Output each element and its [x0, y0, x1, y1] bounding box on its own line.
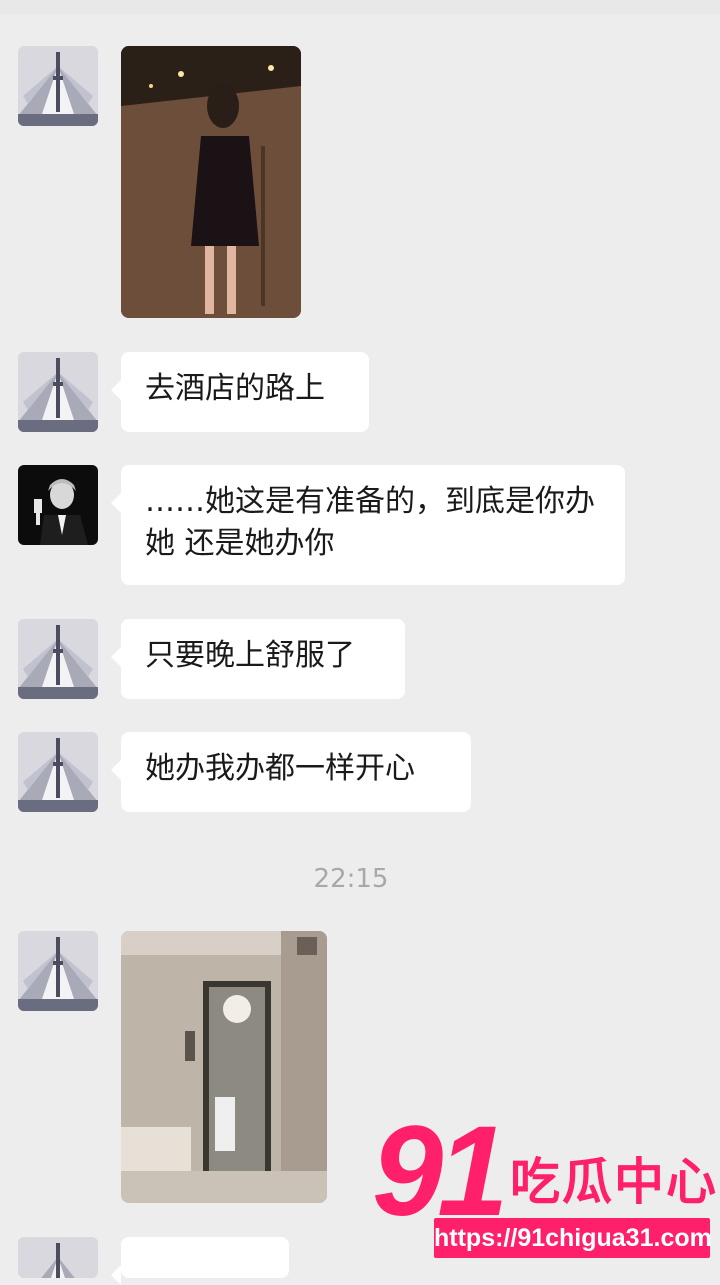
tv-tower-avatar-icon	[18, 732, 98, 812]
contact-avatar[interactable]	[18, 352, 98, 432]
hotel-bathroom-photo	[121, 931, 327, 1203]
tv-tower-avatar-icon	[18, 619, 98, 699]
message-bubble[interactable]: 去酒店的路上	[111, 352, 369, 432]
message-text: 她办我办都一样开心	[145, 751, 415, 786]
message-timestamp: 22:15	[313, 864, 389, 894]
man-raising-glass-avatar-icon	[18, 465, 98, 545]
site-watermark: 91 吃瓜中心 https://91chigua31.com	[372, 1108, 716, 1268]
image-message[interactable]	[121, 46, 301, 318]
watermark-number: 91	[372, 1100, 508, 1243]
contact-avatar[interactable]	[18, 465, 98, 545]
watermark-name: 吃瓜中心	[510, 1153, 718, 1211]
tv-tower-avatar-icon	[18, 1237, 98, 1278]
night-street-photo	[121, 46, 301, 318]
message-bubble[interactable]: 她办我办都一样开心	[111, 732, 471, 812]
contact-avatar[interactable]	[18, 46, 98, 126]
chat-message-list[interactable]: 去酒店的路上 ……她这是有准备的，到底是你办她 还是她办你 只要晚上舒服了 她办…	[0, 0, 720, 1285]
message-bubble[interactable]: ……她这是有准备的，到底是你办她 还是她办你	[111, 465, 625, 585]
watermark-url: https://91chigua31.com	[434, 1218, 712, 1258]
message-text: 去酒店的路上	[145, 371, 325, 406]
message-text: 只要晚上舒服了	[145, 638, 355, 673]
contact-avatar[interactable]	[18, 619, 98, 699]
contact-avatar[interactable]	[18, 931, 98, 1011]
tv-tower-avatar-icon	[18, 46, 98, 126]
image-message[interactable]	[121, 931, 327, 1203]
contact-avatar[interactable]	[18, 1237, 98, 1278]
tv-tower-avatar-icon	[18, 931, 98, 1011]
message-text: ……她这是有准备的，到底是你办她 还是她办你	[145, 484, 595, 561]
message-bubble[interactable]	[111, 1237, 289, 1285]
tv-tower-avatar-icon	[18, 352, 98, 432]
contact-avatar[interactable]	[18, 732, 98, 812]
message-bubble[interactable]: 只要晚上舒服了	[111, 619, 405, 699]
